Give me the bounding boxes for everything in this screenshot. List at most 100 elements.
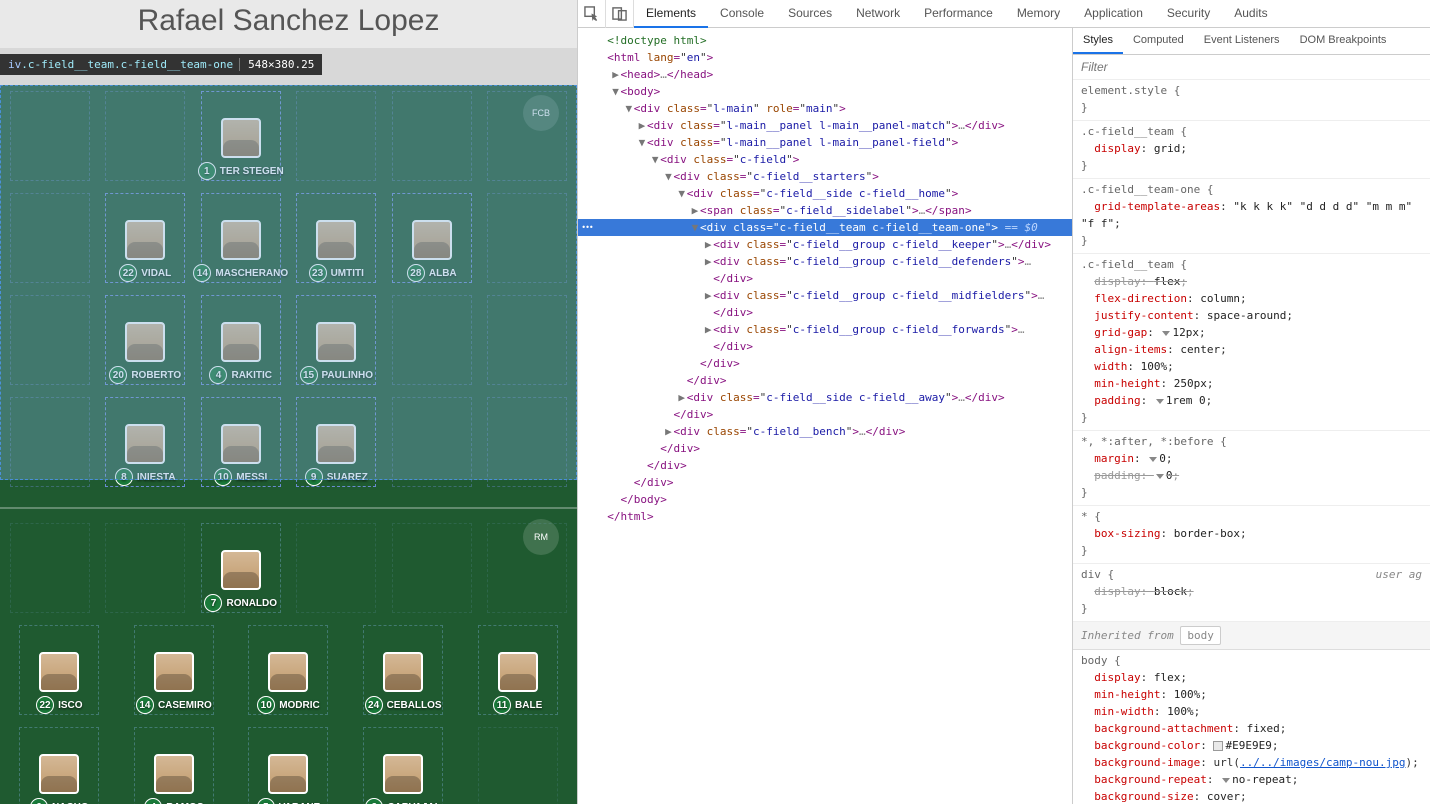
css-rule[interactable]: .c-field__team-one { grid-template-areas… [1073, 179, 1430, 254]
styles-filter-input[interactable] [1073, 55, 1430, 79]
dom-node[interactable]: </body> [584, 491, 1072, 508]
player-slot[interactable]: 9SUAREZ [296, 397, 376, 487]
devtools-tab-application[interactable]: Application [1072, 0, 1155, 28]
dom-node[interactable]: ▼<div class="c-field__side c-field__home… [584, 185, 1072, 202]
dom-node[interactable]: ▶<div class="l-main__panel l-main__panel… [584, 117, 1072, 134]
dom-node[interactable]: </html> [584, 508, 1072, 525]
page-preview: Rafael Sanchez Lopez iv.c-field__team.c-… [0, 0, 577, 804]
player-slot[interactable]: 11BALE [478, 625, 558, 715]
styles-rules[interactable]: element.style {}.c-field__team { display… [1073, 80, 1430, 804]
player-number: 1 [198, 162, 216, 180]
player-name: TER STEGEN [220, 166, 284, 177]
player-slot[interactable]: 6NACHO [19, 727, 99, 804]
devtools-tab-performance[interactable]: Performance [912, 0, 1005, 28]
dom-node[interactable]: </div> [584, 440, 1072, 457]
css-rule[interactable]: body { display: flex; min-height: 100%; … [1073, 650, 1430, 804]
css-rule[interactable]: user agdiv { display: block;} [1073, 564, 1430, 622]
dom-node[interactable]: ▶<span class="c-field__sidelabel">…</spa… [584, 202, 1072, 219]
devtools-tab-memory[interactable]: Memory [1005, 0, 1072, 28]
dom-node[interactable]: <html lang="en"> [584, 49, 1072, 66]
player-slot[interactable]: 15PAULINHO [296, 295, 376, 385]
dom-node[interactable]: ▼<div class="c-field"> [584, 151, 1072, 168]
inspect-element-icon[interactable] [578, 0, 606, 28]
player-slot[interactable]: 4RAMOS [134, 727, 214, 804]
styles-tab-event-listeners[interactable]: Event Listeners [1194, 28, 1290, 54]
css-rule[interactable]: *, *:after, *:before { margin: 0; paddin… [1073, 431, 1430, 506]
css-rule[interactable]: .c-field__team { display: flex; flex-dir… [1073, 254, 1430, 431]
elements-panel[interactable]: <!doctype html> <html lang="en"> ▶<head>… [578, 28, 1072, 804]
player-name: INIESTA [137, 472, 176, 483]
dom-node[interactable]: </div> [584, 372, 1072, 389]
dom-node[interactable]: </div> [584, 304, 1072, 321]
player-name: RAKITIC [231, 370, 272, 381]
dom-node[interactable]: ▶<head>…</head> [584, 66, 1072, 83]
player-avatar [221, 550, 261, 590]
player-avatar [221, 220, 261, 260]
player-label: 7RONALDO [204, 594, 277, 612]
css-rule[interactable]: * { box-sizing: border-box;} [1073, 506, 1430, 564]
devtools-tab-audits[interactable]: Audits [1222, 0, 1279, 28]
device-toolbar-icon[interactable] [606, 0, 634, 28]
player-name: ALBA [429, 268, 457, 279]
devtools-tab-network[interactable]: Network [844, 0, 912, 28]
player-slot[interactable]: 20ROBERTO [105, 295, 185, 385]
player-slot[interactable]: 22ISCO [19, 625, 99, 715]
styles-tab-styles[interactable]: Styles [1073, 28, 1123, 54]
player-slot[interactable]: 2CARVAJAL [363, 727, 443, 804]
dom-node[interactable]: </div> [584, 355, 1072, 372]
dom-node[interactable]: </div> [584, 270, 1072, 287]
player-label: 6NACHO [30, 798, 89, 804]
dom-node[interactable]: ▼<div class="c-field__starters"> [584, 168, 1072, 185]
player-slot[interactable]: 14MASCHERANO [201, 193, 281, 283]
player-slot[interactable]: 8INIESTA [105, 397, 185, 487]
player-number: 4 [209, 366, 227, 384]
player-label: 24CEBALLOS [365, 696, 442, 714]
player-slot[interactable]: 23UMTITI [296, 193, 376, 283]
devtools-tabbar: ElementsConsoleSourcesNetworkPerformance… [634, 0, 1280, 28]
devtools-tab-console[interactable]: Console [708, 0, 776, 28]
player-avatar [316, 424, 356, 464]
dom-node[interactable]: ▼<body> [584, 83, 1072, 100]
player-slot[interactable]: 5VARANE [248, 727, 328, 804]
dom-node[interactable]: ▶<div class="c-field__group c-field__for… [584, 321, 1072, 338]
player-label: 22VIDAL [119, 264, 171, 282]
dom-node[interactable]: ▼<div class="l-main__panel l-main__panel… [584, 134, 1072, 151]
player-slot[interactable]: 14CASEMIRO [134, 625, 214, 715]
player-slot[interactable]: 4 RAKITIC [201, 295, 281, 385]
empty-slot [10, 397, 90, 487]
empty-slot [392, 523, 472, 613]
player-slot[interactable]: 28ALBA [392, 193, 472, 283]
dom-node[interactable]: ▶<div class="c-field__group c-field__kee… [584, 236, 1072, 253]
player-slot[interactable]: 10MESSI [201, 397, 281, 487]
dom-node[interactable]: ▼<div class="l-main" role="main"> [584, 100, 1072, 117]
player-slot[interactable]: 22VIDAL [105, 193, 185, 283]
player-avatar [125, 322, 165, 362]
dom-node[interactable]: ▶<div class="c-field__side c-field__away… [584, 389, 1072, 406]
dom-node[interactable]: </div> [584, 406, 1072, 423]
player-slot[interactable]: 10MODRIC [248, 625, 328, 715]
styles-tab-dom-breakpoints[interactable]: DOM Breakpoints [1290, 28, 1397, 54]
dom-node[interactable]: </div> [584, 457, 1072, 474]
dom-node[interactable]: ▼<div class="c-field__team c-field__team… [584, 219, 1072, 236]
dom-node[interactable]: </div> [584, 474, 1072, 491]
empty-slot [296, 523, 376, 613]
dom-node[interactable]: ▶<div class="c-field__bench">…</div> [584, 423, 1072, 440]
player-name: ROBERTO [131, 370, 181, 381]
devtools-tab-security[interactable]: Security [1155, 0, 1222, 28]
devtools-tab-elements[interactable]: Elements [634, 0, 708, 28]
dom-node[interactable]: ▶<div class="c-field__group c-field__mid… [584, 287, 1072, 304]
dom-node[interactable]: <!doctype html> [584, 32, 1072, 49]
player-label: 11BALE [493, 696, 542, 714]
player-slot[interactable]: 1 TER STEGEN [201, 91, 281, 181]
player-number: 22 [119, 264, 137, 282]
dom-node[interactable]: ▶<div class="c-field__group c-field__def… [584, 253, 1072, 270]
player-slot[interactable]: 24CEBALLOS [363, 625, 443, 715]
devtools-tab-sources[interactable]: Sources [776, 0, 844, 28]
css-rule[interactable]: .c-field__team { display: grid;} [1073, 121, 1430, 179]
devtools-toolbar: ElementsConsoleSourcesNetworkPerformance… [578, 0, 1430, 28]
styles-tab-computed[interactable]: Computed [1123, 28, 1194, 54]
player-slot[interactable]: 7RONALDO [201, 523, 281, 613]
player-name: SUAREZ [327, 472, 368, 483]
dom-node[interactable]: </div> [584, 338, 1072, 355]
css-rule[interactable]: element.style {} [1073, 80, 1430, 121]
